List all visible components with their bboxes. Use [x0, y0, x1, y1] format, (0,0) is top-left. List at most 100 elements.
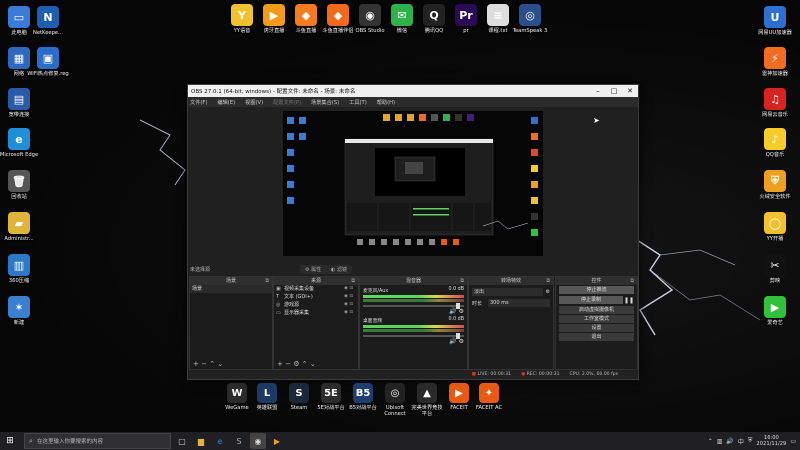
- desktop-shortcut[interactable]: ⚡ 雷神加速器: [753, 47, 797, 78]
- scene-item[interactable]: 场景: [190, 285, 272, 293]
- gear-icon[interactable]: ⚙: [546, 289, 550, 295]
- source-item[interactable]: T 文本 (GDI+) ◉ ⊡: [274, 293, 358, 301]
- desktop-shortcut[interactable]: 5E 5E对战平台: [314, 383, 348, 411]
- desktop-shortcut[interactable]: ▰ Administr...: [0, 212, 41, 243]
- minimize-icon[interactable]: –: [590, 87, 606, 95]
- desktop-shortcut[interactable]: W WeGame: [220, 383, 254, 411]
- exit-button[interactable]: 退出: [559, 333, 634, 341]
- source-item[interactable]: ◎ 游戏源 ◉ ⊡: [274, 301, 358, 309]
- close-icon[interactable]: ✕: [622, 87, 638, 95]
- desktop-shortcut[interactable]: ▶ 爱奇艺: [753, 296, 797, 327]
- menu-profile[interactable]: 配置文件(P): [273, 99, 301, 106]
- uu-accelerator-icon: U: [764, 6, 786, 28]
- desktop-shortcut[interactable]: ⛨ 火绒安全软件: [753, 170, 797, 201]
- source-item[interactable]: ▭ 显示器采集 ◉ ⊡: [274, 309, 358, 317]
- desktop-shortcut[interactable]: ▣ WiFi热点修复.reg: [26, 47, 70, 78]
- gear-icon[interactable]: ⚙: [459, 338, 464, 345]
- properties-button[interactable]: ⚙ 属性: [300, 265, 327, 274]
- edge-icon[interactable]: e: [212, 433, 228, 449]
- stop-streaming-button[interactable]: 停止推流: [559, 286, 634, 294]
- desktop-shortcut[interactable]: S Steam: [282, 383, 316, 411]
- shortcut-label: 网易UU加速器: [758, 30, 792, 36]
- desktop-shortcut[interactable]: ▤ 宽带连接: [0, 88, 41, 119]
- transition-select[interactable]: 淡出: [472, 288, 543, 296]
- file-explorer-icon[interactable]: ▆: [193, 433, 209, 449]
- visibility-lock-icons[interactable]: ◉ ⊡: [344, 293, 358, 301]
- start-virtual-camera-button[interactable]: 启动虚拟摄像机: [559, 306, 634, 314]
- steam-icon[interactable]: S: [231, 433, 247, 449]
- dock-close-icon[interactable]: ⧉: [351, 277, 355, 285]
- dock-close-icon[interactable]: ⧉: [460, 277, 464, 285]
- volume-icon[interactable]: 🔊: [726, 438, 733, 445]
- down-icon[interactable]: ⌄: [310, 360, 316, 368]
- taskbar-search-box[interactable]: ⌕ 在这里输入你要搜索的内容: [24, 433, 171, 449]
- menu-file[interactable]: 文件(F): [190, 99, 207, 106]
- desktop-shortcut[interactable]: N NetKeepe...: [26, 6, 70, 37]
- app-icon[interactable]: ▶: [269, 433, 285, 449]
- desktop-shortcut[interactable]: ✂ 剪映: [753, 254, 797, 285]
- obs-titlebar[interactable]: OBS 27.0.1 (64-bit, windows) - 配置文件: 未命名…: [188, 85, 638, 97]
- volume-slider[interactable]: [363, 303, 464, 309]
- network-icon[interactable]: ▥: [717, 438, 723, 445]
- menu-view[interactable]: 视图(V): [245, 99, 263, 106]
- remove-icon[interactable]: −: [201, 360, 207, 368]
- up-icon[interactable]: ⌃: [302, 360, 308, 368]
- gear-icon[interactable]: ⚙: [293, 360, 299, 368]
- capcut-icon: ✂: [764, 254, 786, 276]
- stop-recording-button[interactable]: 停止录制: [559, 296, 623, 304]
- up-icon[interactable]: ⌃: [209, 360, 215, 368]
- desktop-shortcut[interactable]: B5 B5对战平台: [346, 383, 380, 411]
- add-icon[interactable]: +: [193, 360, 199, 368]
- desktop-shortcut[interactable]: ▥ 360压缩: [0, 254, 41, 285]
- desktop-shortcut[interactable]: ▶ FACEIT: [442, 383, 476, 411]
- tray-up-icon[interactable]: ⌃: [708, 438, 713, 445]
- add-icon[interactable]: +: [277, 360, 283, 368]
- desktop-shortcut[interactable]: ◎ Ubisoft Connect: [378, 383, 412, 417]
- menu-scene-collection[interactable]: 场景集合(S): [311, 99, 339, 106]
- volume-slider[interactable]: [363, 333, 464, 339]
- settings-button[interactable]: 设置: [559, 324, 634, 332]
- desktop-shortcut[interactable]: ◯ YY开播: [753, 212, 797, 243]
- pause-icon[interactable]: ❚❚: [624, 297, 634, 304]
- scenes-dock: 场景 ⧉ 场景 + − ⌃ ⌄: [189, 276, 273, 370]
- gear-icon[interactable]: ⚙: [459, 308, 464, 315]
- desktop-shortcut[interactable]: U 网易UU加速器: [753, 6, 797, 37]
- task-view-icon[interactable]: ▢: [174, 433, 190, 449]
- visibility-lock-icons[interactable]: ◉ ⊡: [344, 301, 358, 309]
- studio-mode-button[interactable]: 工作室模式: [559, 315, 634, 323]
- duration-input[interactable]: 300 ms: [488, 299, 550, 307]
- dock-close-icon[interactable]: ⧉: [630, 277, 634, 285]
- desktop-shortcut[interactable]: ✶ 新建: [0, 296, 41, 327]
- menu-tools[interactable]: 工具(T): [349, 99, 367, 106]
- shield-icon[interactable]: ⛨: [748, 437, 753, 445]
- source-item[interactable]: ▣ 视频采集设备 ◉ ⊡: [274, 285, 358, 293]
- down-icon[interactable]: ⌄: [217, 360, 223, 368]
- windows-start-icon[interactable]: ⊞: [2, 436, 18, 446]
- obs-preview-canvas[interactable]: [283, 111, 543, 256]
- desktop-shortcut[interactable]: ♫ 网易云音乐: [753, 88, 797, 119]
- visibility-lock-icons[interactable]: ◉ ⊡: [344, 309, 358, 317]
- desktop-shortcut[interactable]: L 英雄联盟: [250, 383, 284, 411]
- desktop-shortcut[interactable]: 🗑 回收站: [0, 170, 41, 201]
- dock-close-icon[interactable]: ⧉: [546, 277, 550, 285]
- desktop-shortcut[interactable]: ▲ 完美世界竞技平台: [410, 383, 444, 417]
- remove-icon[interactable]: −: [285, 360, 291, 368]
- menu-edit[interactable]: 编辑(E): [217, 99, 235, 106]
- filters-button[interactable]: ◐ 滤镜: [326, 265, 352, 274]
- obs-icon[interactable]: ◉: [250, 433, 266, 449]
- maximize-icon[interactable]: □: [606, 87, 622, 95]
- obs-icon: ◉: [359, 4, 381, 26]
- desktop-shortcut[interactable]: e Microsoft Edge: [0, 128, 41, 159]
- speaker-icon[interactable]: 🔊: [449, 308, 456, 315]
- obs-window[interactable]: OBS 27.0.1 (64-bit, windows) - 配置文件: 未命名…: [187, 84, 639, 380]
- clock[interactable]: 16:00 2021/11/29: [756, 435, 786, 447]
- menu-help[interactable]: 帮助(H): [377, 99, 395, 106]
- desktop-shortcut[interactable]: ◎ TeamSpeak 3: [508, 4, 552, 35]
- ime-icon[interactable]: 中: [738, 437, 744, 446]
- dock-close-icon[interactable]: ⧉: [265, 277, 269, 285]
- desktop-shortcut[interactable]: ♪ QQ音乐: [753, 128, 797, 159]
- notification-icon[interactable]: ▭: [790, 438, 796, 445]
- visibility-lock-icons[interactable]: ◉ ⊡: [344, 285, 358, 293]
- desktop-shortcut[interactable]: ✦ FACEIT AC: [472, 383, 506, 411]
- speaker-icon[interactable]: 🔊: [449, 338, 456, 345]
